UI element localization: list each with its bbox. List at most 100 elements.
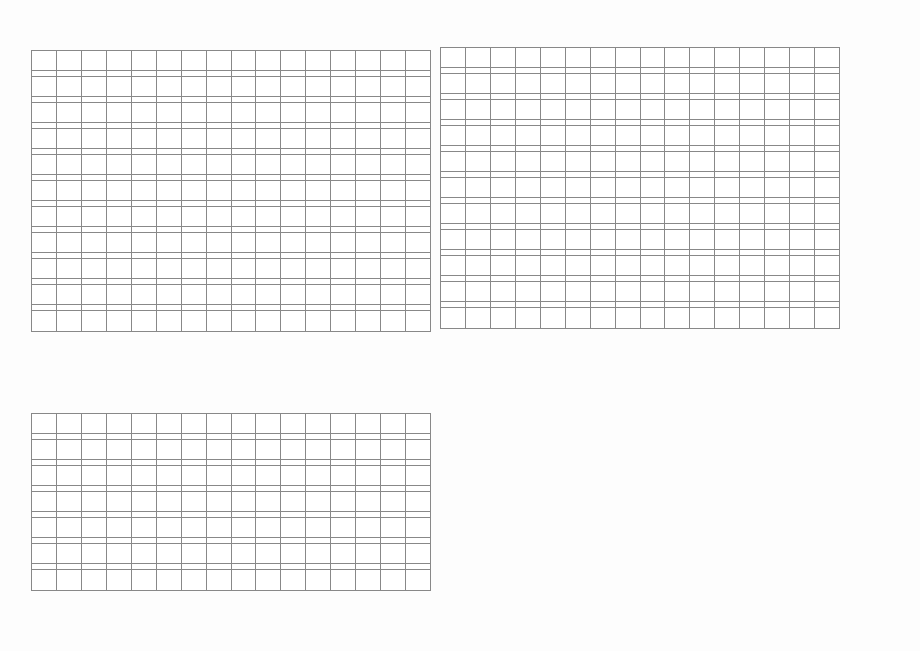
grid-cell bbox=[82, 512, 107, 517]
grid-cell bbox=[491, 100, 516, 119]
grid-cell bbox=[82, 518, 107, 537]
grid-cell bbox=[441, 100, 466, 119]
grid-cell bbox=[765, 256, 790, 275]
grid-cell bbox=[331, 466, 356, 485]
grid-cell bbox=[182, 466, 207, 485]
grid-cell bbox=[256, 512, 281, 517]
grid-cell bbox=[207, 51, 232, 70]
grid-cell bbox=[157, 285, 182, 304]
grid-cell bbox=[591, 308, 616, 328]
grid-cell bbox=[82, 538, 107, 543]
grid-cell bbox=[491, 68, 516, 73]
grid-cell bbox=[516, 152, 541, 171]
grid-cell bbox=[157, 544, 182, 563]
grid-cell bbox=[491, 146, 516, 151]
grid-cell bbox=[516, 48, 541, 67]
grid-cell bbox=[281, 155, 306, 174]
grid-cell bbox=[256, 51, 281, 70]
grid-cell bbox=[157, 279, 182, 284]
grid-cell bbox=[566, 204, 591, 223]
grid-cell bbox=[182, 440, 207, 459]
grid-cell bbox=[331, 77, 356, 96]
grid-cell bbox=[256, 253, 281, 258]
grid-cell bbox=[356, 175, 381, 180]
grid-cell bbox=[331, 259, 356, 278]
grid-cell bbox=[57, 440, 82, 459]
grid-cell bbox=[107, 175, 132, 180]
grid-cell bbox=[765, 152, 790, 171]
grid-cell bbox=[182, 512, 207, 517]
grid-cell bbox=[132, 512, 157, 517]
grid-cell bbox=[356, 227, 381, 232]
grid-cell bbox=[32, 201, 57, 206]
grid-cell bbox=[616, 224, 641, 229]
grid-cell bbox=[207, 285, 232, 304]
grid-cell bbox=[132, 538, 157, 543]
grid-cell bbox=[381, 414, 406, 433]
grid-cell bbox=[57, 564, 82, 569]
grid-cell bbox=[641, 172, 666, 177]
grid-cell bbox=[306, 311, 331, 331]
grid-cell bbox=[690, 256, 715, 275]
grid-cell bbox=[566, 276, 591, 281]
grid-cell bbox=[157, 414, 182, 433]
grid-cell bbox=[57, 486, 82, 491]
grid-cell bbox=[157, 201, 182, 206]
writing-row bbox=[32, 440, 430, 460]
grid-cell bbox=[182, 51, 207, 70]
grid-cell bbox=[157, 486, 182, 491]
grid-cell bbox=[715, 94, 740, 99]
grid-cell bbox=[157, 77, 182, 96]
writing-row bbox=[32, 233, 430, 253]
grid-cell bbox=[406, 564, 430, 569]
grid-cell bbox=[641, 152, 666, 171]
grid-cell bbox=[232, 233, 257, 252]
grid-cell bbox=[790, 172, 815, 177]
grid-cell bbox=[541, 152, 566, 171]
grid-cell bbox=[491, 198, 516, 203]
grid-cell bbox=[541, 198, 566, 203]
grid-cell bbox=[132, 207, 157, 226]
grid-cell bbox=[57, 518, 82, 537]
grid-cell bbox=[790, 250, 815, 255]
grid-cell bbox=[32, 460, 57, 465]
grid-cell bbox=[107, 259, 132, 278]
grid-cell bbox=[57, 466, 82, 485]
grid-cell bbox=[616, 94, 641, 99]
writing-row bbox=[32, 285, 430, 305]
grid-cell bbox=[132, 97, 157, 102]
grid-cell bbox=[82, 181, 107, 200]
grid-cell bbox=[82, 285, 107, 304]
grid-cell bbox=[466, 74, 491, 93]
grid-cell bbox=[356, 155, 381, 174]
grid-cell bbox=[207, 538, 232, 543]
grid-cell bbox=[406, 305, 430, 310]
grid-cell bbox=[281, 512, 306, 517]
grid-cell bbox=[232, 77, 257, 96]
grid-cell bbox=[232, 207, 257, 226]
grid-cell bbox=[182, 259, 207, 278]
grid-cell bbox=[641, 68, 666, 73]
grid-cell bbox=[491, 250, 516, 255]
grid-cell bbox=[641, 250, 666, 255]
grid-cell bbox=[207, 259, 232, 278]
grid-cell bbox=[107, 51, 132, 70]
grid-cell bbox=[616, 74, 641, 93]
grid-cell bbox=[232, 570, 257, 590]
grid-cell bbox=[591, 74, 616, 93]
grid-cell bbox=[132, 285, 157, 304]
grid-cell bbox=[356, 440, 381, 459]
grid-cell bbox=[132, 155, 157, 174]
grid-cell bbox=[331, 129, 356, 148]
grid-cell bbox=[57, 414, 82, 433]
grid-cell bbox=[157, 512, 182, 517]
grid-cell bbox=[182, 492, 207, 511]
grid-cell bbox=[356, 305, 381, 310]
grid-cell bbox=[541, 230, 566, 249]
grid-cell bbox=[815, 276, 839, 281]
grid-cell bbox=[281, 97, 306, 102]
grid-cell bbox=[132, 149, 157, 154]
grid-cell bbox=[356, 285, 381, 304]
grid-cell bbox=[381, 518, 406, 537]
grid-cell bbox=[740, 74, 765, 93]
